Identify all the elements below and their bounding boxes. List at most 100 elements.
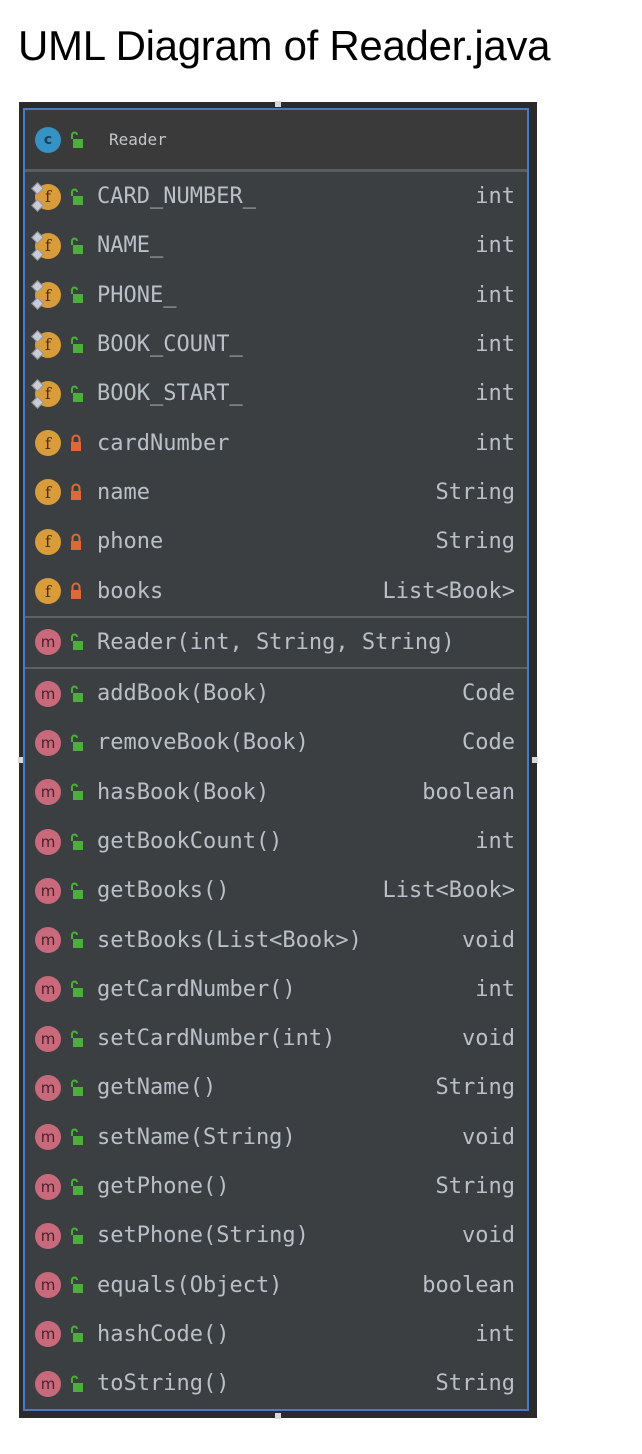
method-icon: m — [35, 680, 61, 707]
public-lock-icon — [69, 188, 83, 206]
final-marker-icon — [31, 395, 44, 409]
field-row[interactable]: f PHONE_ int — [25, 271, 527, 320]
member-name: cardNumber — [97, 430, 230, 456]
member-type: List<Book> — [382, 578, 515, 604]
method-icon: m — [35, 1124, 61, 1151]
resize-handle-bottom[interactable] — [275, 1413, 281, 1419]
public-lock-icon — [69, 980, 83, 998]
member-type: boolean — [422, 779, 515, 805]
method-row[interactable]: m hasBook(Book) boolean — [25, 768, 527, 817]
method-row[interactable]: m setPhone(String) void — [25, 1211, 527, 1260]
public-lock-icon — [69, 633, 83, 651]
method-icon: m — [35, 1173, 61, 1200]
method-row[interactable]: m setBooks(List<Book>) void — [25, 915, 527, 964]
static-marker-icon — [31, 231, 44, 244]
method-icon: m — [35, 976, 61, 1003]
member-type: String — [435, 1174, 515, 1200]
member-type: String — [435, 529, 515, 555]
field-row[interactable]: f phone String — [25, 517, 527, 566]
method-row[interactable]: m getName() String — [25, 1063, 527, 1112]
member-type: void — [462, 1223, 515, 1249]
private-lock-icon — [69, 483, 83, 501]
field-row[interactable]: f BOOK_START_ int — [25, 369, 527, 418]
field-row[interactable]: f CARD_NUMBER_ int — [25, 172, 527, 221]
page-title: UML Diagram of Reader.java — [18, 22, 551, 69]
member-name: equals(Object) — [97, 1272, 283, 1298]
member-name: toString() — [97, 1371, 230, 1397]
field-row[interactable]: f NAME_ int — [25, 221, 527, 270]
private-lock-icon — [69, 582, 83, 600]
field-icon: f — [35, 479, 61, 506]
member-type: void — [462, 1124, 515, 1150]
member-name: phone — [97, 529, 164, 555]
public-lock-icon — [69, 237, 83, 255]
method-row[interactable]: m hashCode() int — [25, 1310, 527, 1359]
method-icon: m — [35, 927, 61, 954]
field-icon: f — [31, 231, 61, 261]
member-type: String — [435, 1371, 515, 1397]
member-type: int — [475, 233, 515, 259]
field-row[interactable]: f name String — [25, 468, 527, 517]
public-lock-icon — [69, 833, 83, 851]
method-row[interactable]: m toString() String — [25, 1359, 527, 1408]
method-icon: m — [35, 779, 61, 806]
field-icon: f — [31, 378, 61, 409]
public-lock-icon — [69, 734, 83, 752]
public-lock-icon — [69, 286, 83, 304]
member-name: BOOK_COUNT_ — [97, 332, 243, 358]
member-type: String — [435, 1075, 515, 1101]
member-name: setPhone(String) — [97, 1223, 309, 1249]
member-name: hasBook(Book) — [97, 779, 270, 805]
method-row[interactable]: m addBook(Book) Code — [25, 669, 527, 718]
resize-handle-right[interactable] — [532, 757, 538, 763]
member-type: int — [475, 184, 515, 210]
member-name: getBookCount() — [97, 829, 283, 854]
field-row[interactable]: f books List<Book> — [25, 566, 527, 615]
static-marker-icon — [31, 181, 44, 195]
static-marker-icon — [31, 280, 44, 294]
field-icon: f — [31, 329, 61, 360]
member-type: void — [462, 927, 515, 953]
member-name: NAME_ — [97, 233, 164, 259]
resize-handle-top[interactable] — [275, 101, 281, 107]
public-lock-icon — [69, 1079, 83, 1097]
member-type: int — [475, 282, 515, 308]
field-icon: f — [35, 578, 61, 605]
public-lock-icon — [69, 783, 83, 801]
constructor-row[interactable]: m Reader(int, String, String) — [25, 618, 527, 667]
field-row[interactable]: f cardNumber int — [25, 418, 527, 467]
member-name: removeBook(Book) — [97, 730, 309, 756]
public-lock-icon — [69, 131, 83, 149]
method-row[interactable]: m getBookCount() int — [25, 817, 527, 866]
method-row[interactable]: m setCardNumber(int) void — [25, 1014, 527, 1063]
private-lock-icon — [69, 533, 83, 551]
class-header[interactable]: c Reader — [25, 110, 527, 172]
member-type: boolean — [422, 1272, 515, 1298]
final-marker-icon — [31, 346, 44, 360]
method-icon: m — [35, 1025, 61, 1052]
method-row[interactable]: m getPhone() String — [25, 1162, 527, 1211]
public-lock-icon — [69, 882, 83, 900]
uml-class-node[interactable]: c Reader f CARD_NUMBER_ int f NAME_ int f PHONE… — [18, 101, 538, 1419]
public-lock-icon — [69, 1325, 83, 1343]
private-lock-icon — [69, 434, 83, 452]
final-marker-icon — [31, 297, 44, 311]
field-icon: f — [31, 280, 61, 311]
method-row[interactable]: m getCardNumber() int — [25, 965, 527, 1014]
final-marker-icon — [31, 248, 44, 261]
methods-section: m addBook(Book) Code m removeBook(Book) Code m… — [25, 669, 527, 1408]
method-row[interactable]: m equals(Object) boolean — [25, 1261, 527, 1310]
member-name: setName(String) — [97, 1124, 296, 1150]
method-row[interactable]: m setName(String) void — [25, 1113, 527, 1162]
method-row[interactable]: m removeBook(Book) Code — [25, 718, 527, 767]
public-lock-icon — [69, 1375, 83, 1393]
method-icon: m — [35, 1370, 61, 1397]
method-row[interactable]: m getBooks() List<Book> — [25, 866, 527, 915]
constructors-section: m Reader(int, String, String) — [25, 618, 527, 669]
member-type: void — [462, 1026, 515, 1052]
fields-section: f CARD_NUMBER_ int f NAME_ int f PHONE_ int f BOOK… — [25, 172, 527, 618]
member-name: getPhone() — [97, 1174, 230, 1200]
method-icon: m — [35, 877, 61, 904]
member-name: setCardNumber(int) — [97, 1026, 336, 1052]
field-row[interactable]: f BOOK_COUNT_ int — [25, 320, 527, 369]
